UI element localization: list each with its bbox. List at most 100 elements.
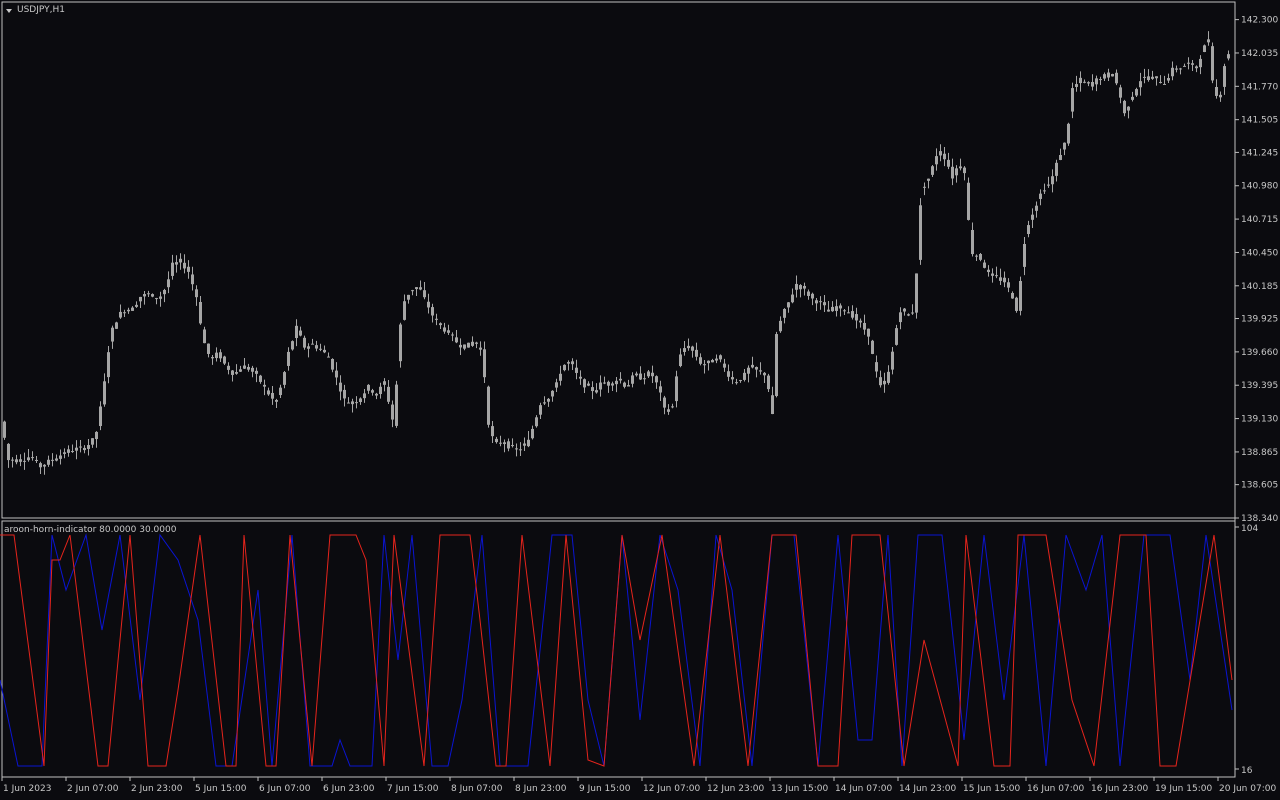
candle-body xyxy=(691,346,694,351)
candle-body xyxy=(807,291,810,296)
price-tick-label: 140.980 xyxy=(1241,182,1278,192)
candle-body xyxy=(927,178,930,181)
candle-body xyxy=(607,381,610,386)
candle-body xyxy=(515,448,518,450)
candle-body xyxy=(495,438,498,443)
candle-body xyxy=(643,378,646,380)
price-tick-label: 138.605 xyxy=(1241,481,1278,491)
candle-body xyxy=(951,166,954,179)
candle-body xyxy=(27,457,30,461)
candle-body xyxy=(1199,58,1202,68)
candle-body xyxy=(839,305,842,309)
time-axis: 1 Jun 2023 2 Jun 07:00 2 Jun 23:00 5 Jun 15… xyxy=(1,777,1276,794)
candle-body xyxy=(803,285,806,289)
aroon-down-line xyxy=(0,534,1233,767)
time-tick-label: 1 Jun 2023 xyxy=(3,784,51,794)
candle-body xyxy=(1063,142,1066,150)
candle-body xyxy=(1051,176,1054,185)
candle-body xyxy=(371,390,374,393)
candle-body xyxy=(31,457,34,459)
candle-body xyxy=(1155,76,1158,79)
candle-body xyxy=(1195,66,1198,69)
chart-window[interactable]: 142.300 142.035 141.770 141.505 141.245 140.9… xyxy=(0,0,1280,800)
candle-body xyxy=(615,380,618,385)
time-tick-label: 5 Jun 15:00 xyxy=(195,784,247,794)
candle-body xyxy=(519,449,522,451)
candle-body xyxy=(83,447,86,451)
candle-body xyxy=(719,355,722,360)
candle-body xyxy=(1055,162,1058,176)
candle-body xyxy=(1127,106,1130,111)
candle-body xyxy=(547,398,550,402)
candle-body xyxy=(399,324,402,362)
candle-body xyxy=(915,273,918,313)
candle-body xyxy=(351,401,354,405)
candle-body xyxy=(711,360,714,363)
candle-body xyxy=(1011,292,1014,299)
candle-body xyxy=(271,392,274,399)
candle-body xyxy=(699,357,702,364)
time-tick-label: 6 Jun 07:00 xyxy=(259,784,311,794)
price-axis: 142.300 142.035 141.770 141.505 141.245 140.9… xyxy=(1235,16,1278,524)
candle-body xyxy=(191,274,194,285)
candle-body xyxy=(235,372,238,374)
candle-body xyxy=(463,344,466,349)
candle-body xyxy=(407,294,410,300)
candle-body xyxy=(283,372,286,385)
candle-body xyxy=(995,275,998,277)
indicator-tick-label: 104 xyxy=(1241,524,1258,534)
candle-body xyxy=(819,301,822,303)
aroon-layer xyxy=(0,533,1233,767)
candle-body xyxy=(187,266,190,272)
candle-body xyxy=(119,311,122,318)
price-tick-label: 138.865 xyxy=(1241,448,1278,458)
candle-body xyxy=(79,446,82,448)
candle-body xyxy=(151,294,154,297)
indicator-axis: 104 16 xyxy=(1235,524,1258,776)
candle-body xyxy=(299,330,302,336)
candle-body xyxy=(595,390,598,393)
time-tick-label: 16 Jun 07:00 xyxy=(1027,784,1084,794)
candle-body xyxy=(663,397,666,408)
candle-body xyxy=(551,390,554,397)
candle-body xyxy=(931,166,934,175)
candle-body xyxy=(35,459,38,462)
candle-body xyxy=(567,362,570,364)
candle-body xyxy=(251,367,254,372)
triangle-down-icon[interactable] xyxy=(6,9,12,13)
candle-body xyxy=(571,361,574,365)
candle-body xyxy=(71,451,74,453)
candle-body xyxy=(579,376,582,379)
candle-body xyxy=(1215,87,1218,96)
candle-body xyxy=(39,463,42,468)
candle-body xyxy=(435,318,438,320)
candle-body xyxy=(207,343,210,354)
time-tick-label: 13 Jun 15:00 xyxy=(771,784,828,794)
candle-body xyxy=(59,455,62,459)
candle-body xyxy=(47,459,50,465)
candle-body xyxy=(799,285,802,290)
time-tick-label: 20 Jun 07:00 xyxy=(1219,784,1276,794)
candle-body xyxy=(419,287,422,290)
time-tick-label: 2 Jun 07:00 xyxy=(67,784,119,794)
candle-body xyxy=(91,438,94,445)
candle-body xyxy=(959,166,962,169)
candle-body xyxy=(243,365,246,369)
candle-body xyxy=(1079,77,1082,84)
candle-body xyxy=(367,384,370,391)
candle-body xyxy=(427,301,430,308)
candle-body xyxy=(219,352,222,359)
candle-body xyxy=(215,352,218,359)
candle-body xyxy=(1075,84,1078,87)
candle-body xyxy=(503,442,506,445)
candle-body xyxy=(787,302,790,308)
candle-body xyxy=(939,151,942,156)
candle-body xyxy=(975,255,978,257)
candle-body xyxy=(887,371,890,383)
price-tick-label: 141.505 xyxy=(1241,116,1278,126)
candle-body xyxy=(139,296,142,302)
time-tick-label: 15 Jun 15:00 xyxy=(963,784,1020,794)
chart-canvas[interactable]: 142.300 142.035 141.770 141.505 141.245 140.9… xyxy=(0,0,1280,800)
candle-body xyxy=(755,367,758,370)
candle-body xyxy=(383,381,386,385)
